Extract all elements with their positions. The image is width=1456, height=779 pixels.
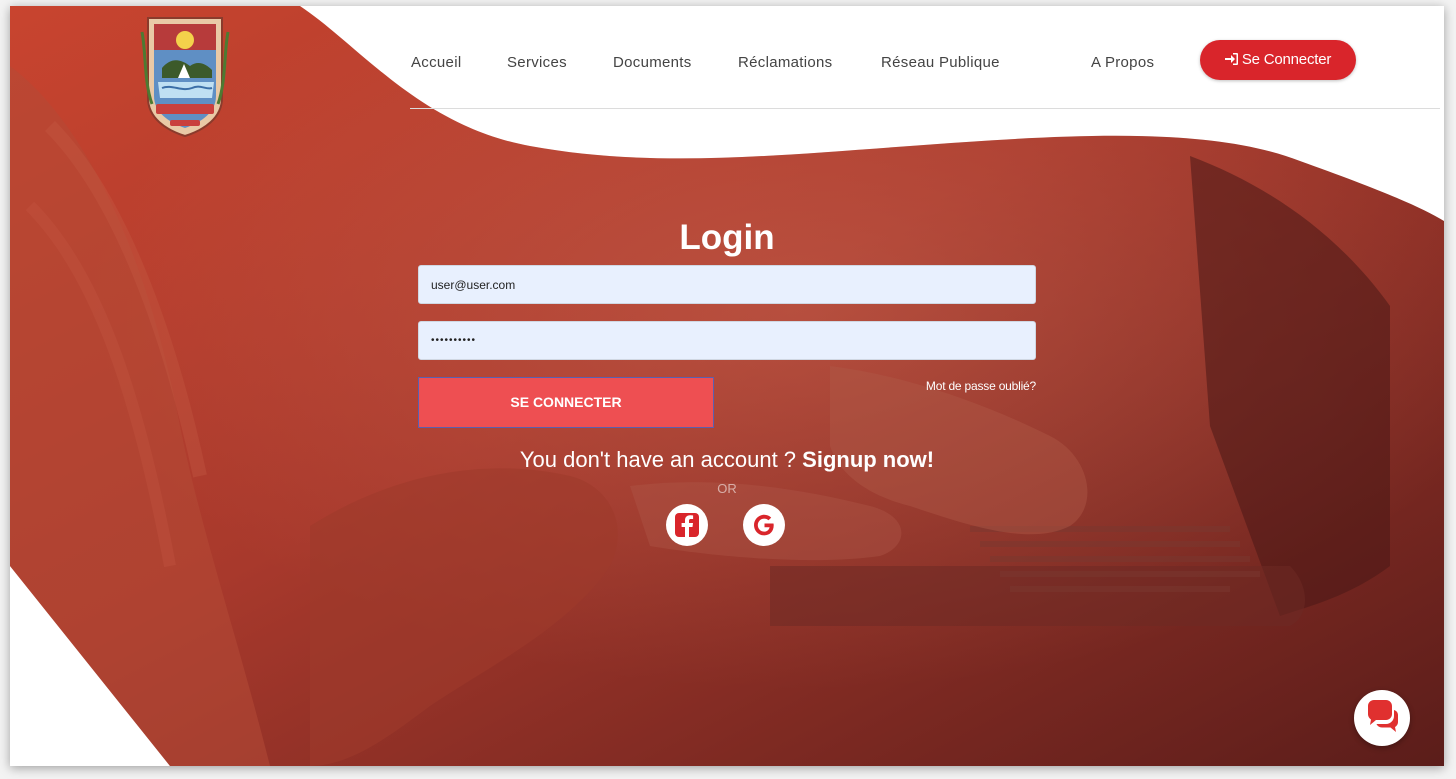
or-separator: OR (717, 481, 737, 496)
facebook-login-button[interactable] (666, 504, 708, 546)
email-field[interactable] (418, 265, 1036, 304)
google-icon (754, 514, 774, 536)
sign-in-icon (1224, 40, 1238, 80)
chat-button[interactable] (1354, 690, 1410, 746)
nav-item-reclamations[interactable]: Réclamations (738, 48, 832, 78)
login-submit-button[interactable]: SE CONNECTER (418, 377, 714, 428)
nav-item-a-propos[interactable]: A Propos (1091, 48, 1154, 78)
signup-prompt: You don't have an account ? Signup now! (10, 447, 1444, 473)
nav-divider (410, 108, 1440, 109)
password-field[interactable] (418, 321, 1036, 360)
nav-item-documents[interactable]: Documents (613, 48, 692, 78)
forgot-password-link[interactable]: Mot de passe oublié? (926, 379, 1036, 393)
facebook-icon (675, 513, 699, 537)
nav-item-accueil[interactable]: Accueil (411, 48, 461, 78)
header-connect-label: Se Connecter (1241, 51, 1332, 68)
nav-item-reseau-publique[interactable]: Réseau Publique (881, 48, 1000, 78)
login-title: Login (679, 218, 775, 257)
google-login-button[interactable] (743, 504, 785, 546)
chat-bubbles-icon (1368, 700, 1398, 732)
header-connect-button[interactable]: Se Connecter (1200, 40, 1356, 80)
signup-prefix: You don't have an account ? (519, 447, 803, 472)
page: Accueil Services Documents Réclamations … (10, 6, 1444, 766)
signup-link[interactable]: Signup now! (802, 447, 934, 472)
nav-item-services[interactable]: Services (507, 48, 567, 78)
